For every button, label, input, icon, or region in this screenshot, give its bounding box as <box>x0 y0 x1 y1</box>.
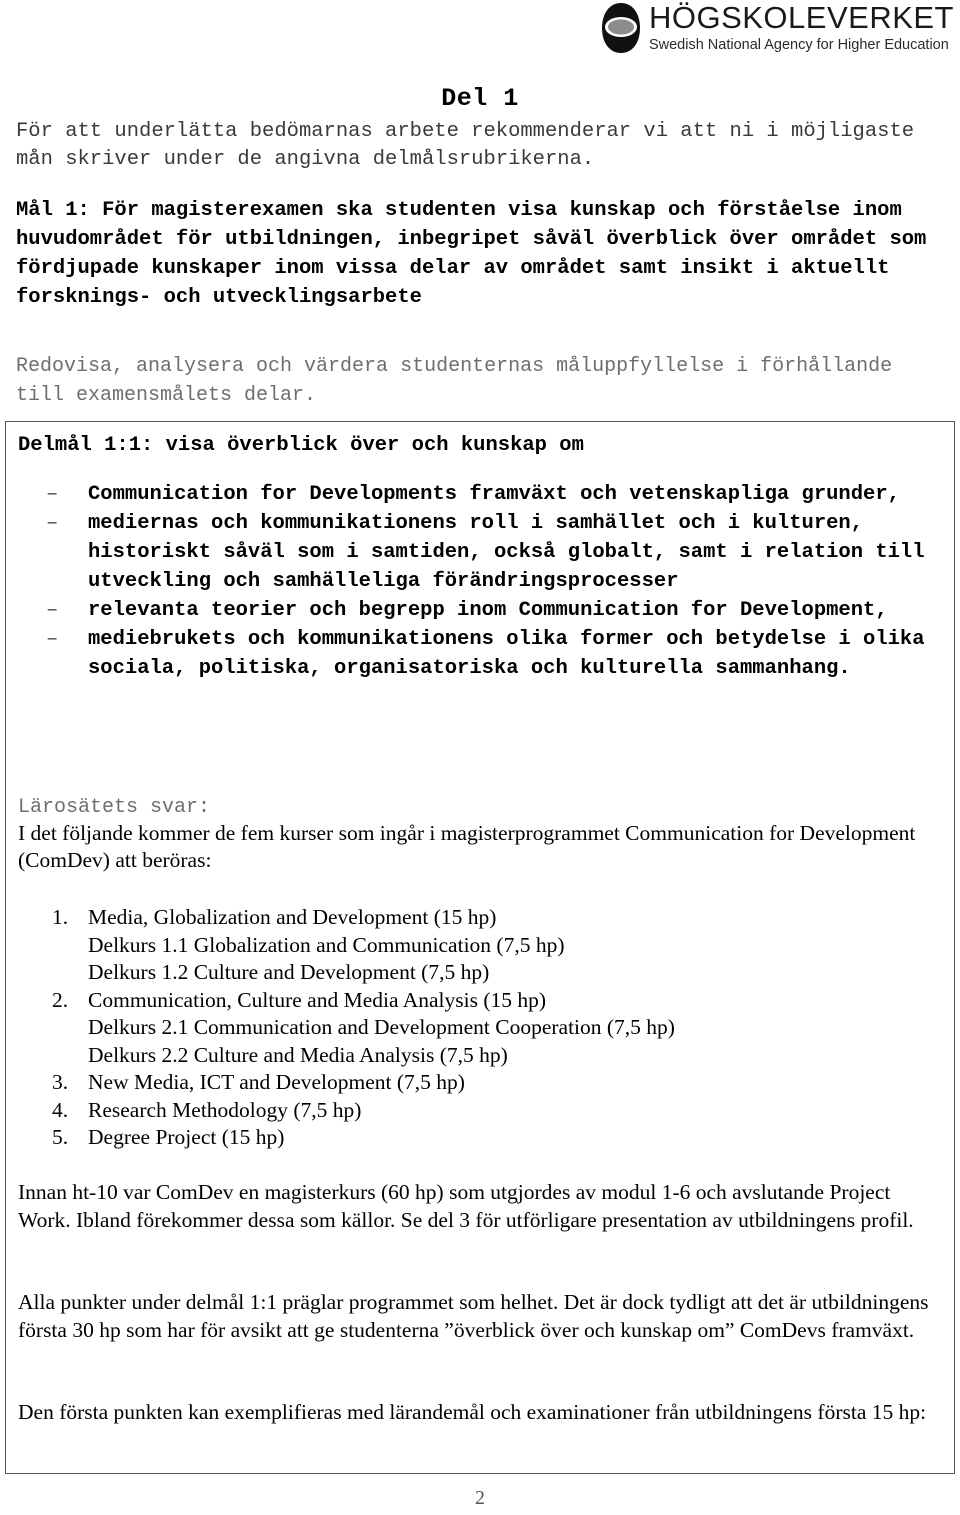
logo-title: HÖGSKOLEVERKET <box>648 0 954 35</box>
list-item: – mediebrukets och kommunikationens olik… <box>46 625 931 683</box>
list-item-text: Media, Globalization and Development (15… <box>88 905 497 929</box>
list-item: 3. New Media, ICT and Development (7,5 h… <box>52 1069 932 1097</box>
sub-course-text: Delkurs 1.2 Culture and Development (7,5… <box>88 960 490 984</box>
list-item-number: 1. <box>52 905 69 929</box>
answer-paragraph-3: Den första punkten kan exemplifieras med… <box>18 1400 927 1424</box>
dash-bullet-icon: – <box>46 483 59 506</box>
institution-answer-label: Lärosätets svar: <box>18 796 211 819</box>
list-item: 2. Communication, Culture and Media Anal… <box>52 987 932 1015</box>
list-item: 1. Media, Globalization and Development … <box>52 904 932 932</box>
list-item-text: New Media, ICT and Development (7,5 hp) <box>88 1070 465 1094</box>
page-title: Del 1 <box>441 84 519 113</box>
course-list: 1. Media, Globalization and Development … <box>52 904 932 1152</box>
dash-bullet-icon: – <box>46 512 59 535</box>
sub-course-text: Delkurs 1.1 Globalization and Communicat… <box>88 932 565 957</box>
list-item-text: relevanta teorier och begrepp inom Commu… <box>88 599 888 622</box>
eye-oval-logo-icon <box>599 2 643 54</box>
list-item: – relevanta teorier och begrepp inom Com… <box>46 596 931 625</box>
list-item-text: Degree Project (15 hp) <box>88 1125 285 1149</box>
list-item-number: 2. <box>52 987 69 1012</box>
list-item: – Communication for Developments framväx… <box>46 480 931 509</box>
instruction-paragraph: Redovisa, analysera och värdera studente… <box>16 355 893 407</box>
sub-course-text: Delkurs 2.2 Culture and Media Analysis (… <box>88 1042 508 1067</box>
logo-wordmark: HÖGSKOLEVERKET Swedish National Agency f… <box>649 2 954 53</box>
list-item-text: Communication for Developments framväxt … <box>88 483 900 506</box>
subgoal-title: Delmål 1:1: visa överblick över och kuns… <box>18 434 584 457</box>
answer-paragraph-2: Alla punkter under delmål 1:1 präglar pr… <box>18 1290 929 1342</box>
list-item-text: mediernas och kommunikationens roll i sa… <box>88 512 925 593</box>
list-item-number: 5. <box>52 1125 69 1149</box>
list-item-text: Research Methodology (7,5 hp) <box>88 1097 362 1122</box>
list-item: 4. Research Methodology (7,5 hp) <box>52 1097 932 1125</box>
list-item-text: Communication, Culture and Media Analysi… <box>88 987 547 1012</box>
answer-box[interactable]: Delmål 1:1: visa överblick över och kuns… <box>5 421 955 1474</box>
subgoal-bullet-list: – Communication for Developments framväx… <box>46 480 931 683</box>
list-item-text: mediebrukets och kommunikationens olika … <box>88 628 925 680</box>
list-item-number: 3. <box>52 1070 69 1094</box>
agency-logo: HÖGSKOLEVERKET Swedish National Agency f… <box>599 2 954 54</box>
intro-paragraph: För att underlätta bedömarnas arbete rek… <box>16 120 915 171</box>
list-item: – mediernas och kommunikationens roll i … <box>46 509 931 596</box>
list-item: 5. Degree Project (15 hp) <box>52 1124 932 1152</box>
sub-course-text: Delkurs 2.1 Communication and Developmen… <box>88 1015 675 1039</box>
list-item-number: 4. <box>52 1097 69 1122</box>
dash-bullet-icon: – <box>46 599 59 622</box>
document-page: HÖGSKOLEVERKET Swedish National Agency f… <box>0 0 960 1515</box>
institution-answer-intro: I det följande kommer de fem kurser som … <box>18 821 916 872</box>
answer-paragraph-1: Innan ht-10 var ComDev en magisterkurs (… <box>18 1180 914 1232</box>
goal-paragraph: Mål 1: För magisterexamen ska studenten … <box>16 199 927 309</box>
dash-bullet-icon: – <box>46 628 59 651</box>
logo-subtitle: Swedish National Agency for Higher Educa… <box>648 37 949 53</box>
page-number: 2 <box>475 1487 485 1509</box>
